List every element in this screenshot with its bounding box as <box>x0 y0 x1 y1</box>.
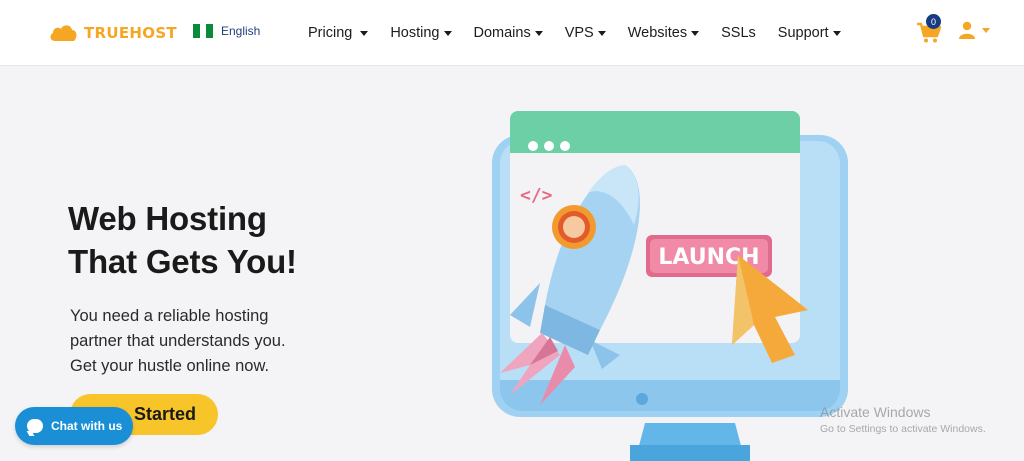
chevron-down-icon <box>691 31 700 36</box>
chat-with-us-button[interactable]: Chat with us <box>15 407 133 445</box>
chevron-down-icon <box>534 31 543 36</box>
nav-support[interactable]: Support <box>778 25 841 41</box>
watermark-subtitle: Go to Settings to activate Windows. <box>820 423 986 435</box>
cloud-icon <box>50 25 77 41</box>
nav-hosting[interactable]: Hosting <box>390 25 452 41</box>
main-nav: Pricing Hosting Domains VPS Websites SSL… <box>308 21 863 45</box>
nav-vps[interactable]: VPS <box>565 25 606 41</box>
nav-domains[interactable]: Domains <box>474 25 543 41</box>
account-menu[interactable] <box>958 21 990 39</box>
hero-subtitle: You need a reliable hosting partner that… <box>70 307 286 375</box>
chevron-down-icon <box>443 31 452 36</box>
watermark-title: Activate Windows <box>820 404 931 420</box>
language-label: English <box>221 24 261 38</box>
windows-activation-watermark: Activate Windows Go to Settings to activ… <box>820 404 986 435</box>
user-icon <box>959 21 975 39</box>
chevron-down-icon <box>832 31 841 36</box>
truehost-logo[interactable]: TRUEHOST <box>48 21 177 45</box>
chat-bubble-icon <box>27 419 43 433</box>
site-header: TRUEHOST English Pricing Hosting Domains… <box>0 0 1024 66</box>
chevron-down-icon <box>597 31 606 36</box>
hero-title: Web Hosting That Gets You! <box>68 200 297 280</box>
code-tag-text: </> <box>520 185 553 206</box>
nav-ssls[interactable]: SSLs <box>721 25 756 41</box>
language-selector[interactable]: English <box>193 24 260 38</box>
nav-websites[interactable]: Websites <box>628 25 700 41</box>
chevron-down-icon <box>982 27 990 33</box>
nigeria-flag-icon <box>193 24 214 38</box>
logo-text: TRUEHOST <box>84 24 177 42</box>
chat-label: Chat with us <box>51 419 123 433</box>
cart-count-badge: 0 <box>926 14 941 29</box>
chevron-down-icon <box>360 31 369 36</box>
nav-pricing[interactable]: Pricing <box>308 25 369 41</box>
